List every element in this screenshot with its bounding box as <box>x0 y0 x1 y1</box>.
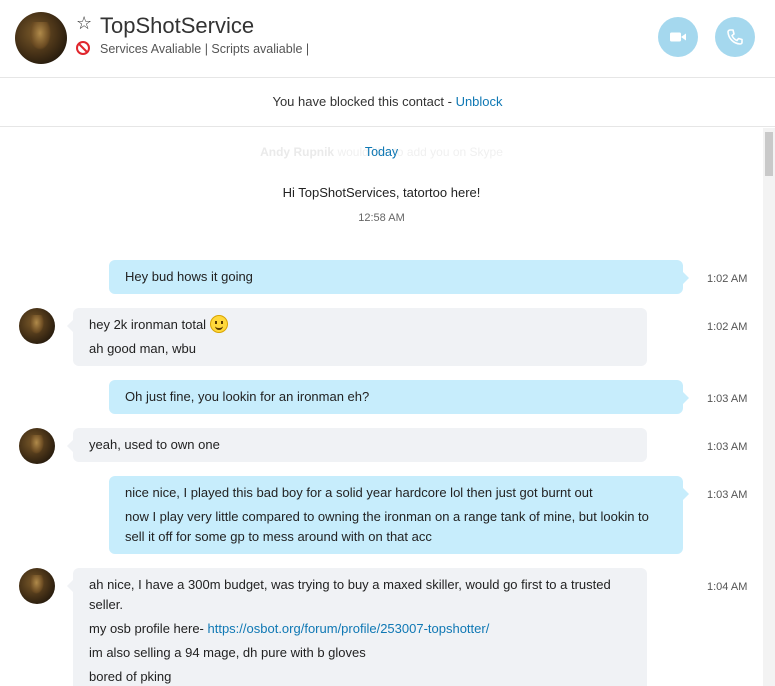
profile-link[interactable]: https://osbot.org/forum/profile/253007-t… <box>208 621 490 636</box>
contact-avatar[interactable] <box>15 12 67 64</box>
system-message: Hi TopShotServices, tatortoo here! <box>282 185 481 200</box>
blocked-text: You have blocked this contact - <box>272 94 456 109</box>
system-message-time: 12:58 AM <box>358 212 405 224</box>
contact-name[interactable]: TopShotService <box>100 13 254 39</box>
outgoing-message[interactable]: Hey bud hows it going <box>109 260 689 294</box>
message-text: Hey bud hows it going <box>125 269 253 284</box>
message-text: im also selling a 94 mage, dh pure with … <box>89 645 366 660</box>
outgoing-message[interactable]: Oh just fine, you lookin for an ironman … <box>109 380 689 414</box>
video-camera-icon <box>670 32 686 42</box>
audio-call-button[interactable] <box>715 17 755 57</box>
message-text: yeah, used to own one <box>89 437 220 452</box>
message-text: ah nice, I have a 300m budget, was tryin… <box>89 577 611 612</box>
contact-avatar[interactable] <box>19 428 55 464</box>
contact-avatar[interactable] <box>19 308 55 344</box>
star-outline-icon[interactable]: ☆ <box>76 13 92 34</box>
date-divider: Today <box>364 145 399 159</box>
message-text: Oh just fine, you lookin for an ironman … <box>125 389 370 404</box>
video-call-button[interactable] <box>658 17 698 57</box>
contact-avatar[interactable] <box>19 568 55 604</box>
message-time: 1:03 AM <box>707 441 748 453</box>
message-time: 1:02 AM <box>707 321 748 333</box>
blocked-banner: You have blocked this contact - Unblock <box>0 79 775 127</box>
blocked-icon <box>76 41 90 55</box>
message-time: 1:04 AM <box>707 581 748 593</box>
incoming-message[interactable]: ah nice, I have a 300m budget, was tryin… <box>67 568 647 686</box>
outgoing-message[interactable]: nice nice, I played this bad boy for a s… <box>109 476 689 554</box>
phone-icon <box>727 29 743 45</box>
message-text: nice nice, I played this bad boy for a s… <box>125 485 593 500</box>
conversation-header: ☆ TopShotService Services Avaliable | Sc… <box>0 0 775 78</box>
scrollbar-thumb[interactable] <box>765 132 773 176</box>
smiley-icon <box>210 315 229 333</box>
chat-scrollbar[interactable] <box>763 128 775 686</box>
message-text: now I play very little compared to ownin… <box>125 509 649 544</box>
message-text: bored of pking <box>89 669 172 684</box>
message-time: 1:03 AM <box>707 489 748 501</box>
message-text: my osb profile here- <box>89 621 208 636</box>
incoming-message[interactable]: hey 2k ironman total ah good man, wbu <box>67 308 647 366</box>
message-text: hey 2k ironman total <box>89 317 207 332</box>
incoming-message[interactable]: yeah, used to own one <box>67 428 647 462</box>
contact-status: Services Avaliable | Scripts avaliable | <box>100 42 310 56</box>
message-time: 1:03 AM <box>707 393 748 405</box>
message-time: 1:02 AM <box>707 273 748 285</box>
chat-history[interactable]: Andy Rupnik would like to add you on Sky… <box>0 128 775 686</box>
unblock-link[interactable]: Unblock <box>456 94 503 109</box>
message-text: ah good man, wbu <box>89 341 196 356</box>
